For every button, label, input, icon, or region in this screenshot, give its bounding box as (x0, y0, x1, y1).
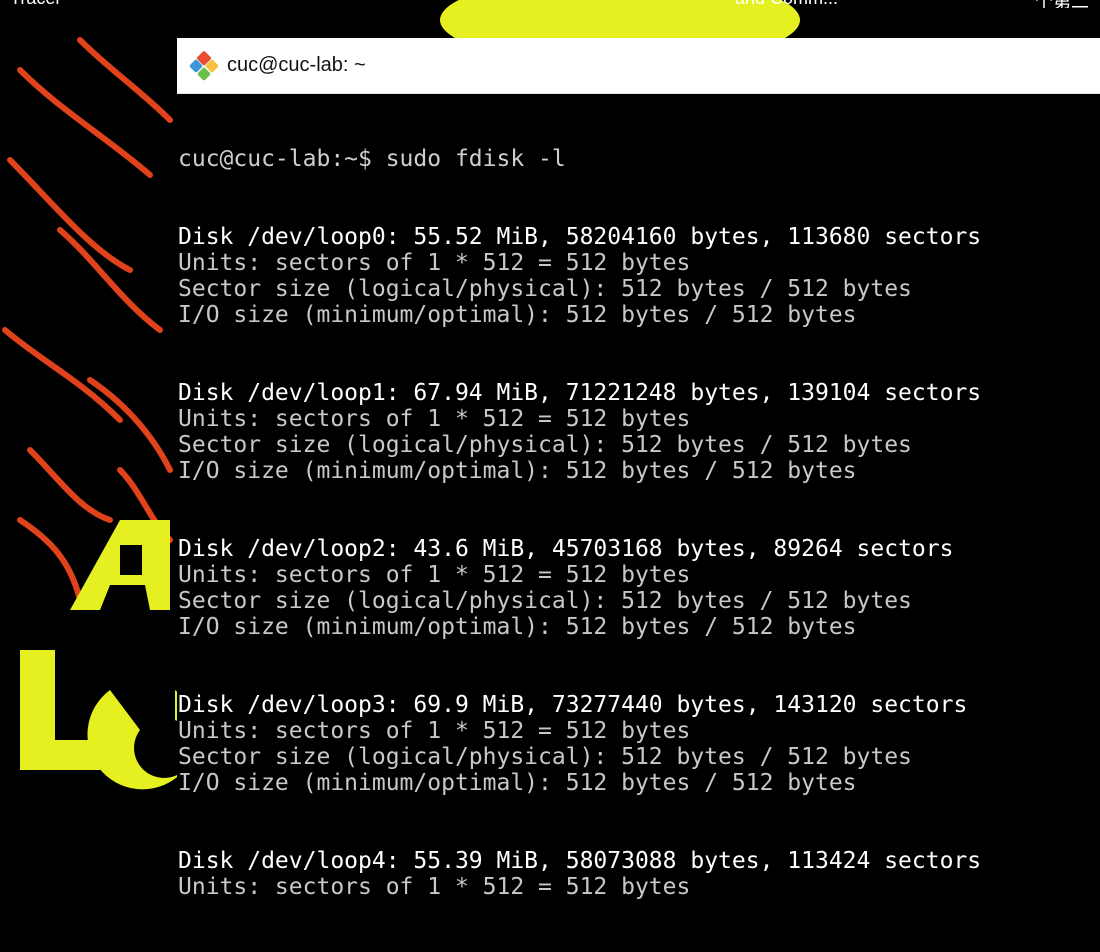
terminal-line: Units: sectors of 1 * 512 = 512 bytes (178, 562, 691, 588)
background-window-title-2[interactable]: and Comm... (735, 0, 838, 8)
terminal-line: Sector size (logical/physical): 512 byte… (178, 588, 912, 614)
disk-summary-line: Disk /dev/loop1: 67.94 MiB, 71221248 byt… (178, 380, 982, 406)
command-prompt-line: cuc@cuc-lab:~$ sudo fdisk -l (178, 146, 566, 172)
disk-summary-line: Disk /dev/loop4: 55.39 MiB, 58073088 byt… (178, 848, 982, 874)
terminal-line: I/O size (minimum/optimal): 512 bytes / … (178, 614, 857, 640)
terminal-line: Sector size (logical/physical): 512 byte… (178, 432, 912, 458)
fdisk-output: Disk /dev/loop0: 55.52 MiB, 58204160 byt… (178, 224, 1100, 900)
terminal-line: Units: sectors of 1 * 512 = 512 bytes (178, 406, 691, 432)
disk-summary-line: Disk /dev/loop3: 69.9 MiB, 73277440 byte… (178, 692, 968, 718)
window-titlebar[interactable]: cuc@cuc-lab: ~ (177, 38, 1100, 94)
disk-summary-line: Disk /dev/loop0: 55.52 MiB, 58204160 byt… (178, 224, 982, 250)
background-window-titles: Tracer and Comm... 个第二 (0, 0, 1100, 8)
terminal-line: I/O size (minimum/optimal): 512 bytes / … (178, 302, 857, 328)
terminal-line: Sector size (logical/physical): 512 byte… (178, 276, 912, 302)
disk-summary-line: Disk /dev/loop2: 43.6 MiB, 45703168 byte… (178, 536, 954, 562)
git-bash-diamond-icon (189, 50, 219, 80)
terminal-line: I/O size (minimum/optimal): 512 bytes / … (178, 770, 857, 796)
terminal-line: Sector size (logical/physical): 512 byte… (178, 744, 912, 770)
background-window-title-1[interactable]: Tracer (10, 0, 61, 8)
terminal-output[interactable]: cuc@cuc-lab:~$ sudo fdisk -l Disk /dev/l… (177, 94, 1100, 952)
terminal-window[interactable]: cuc@cuc-lab: ~ cuc@cuc-lab:~$ sudo fdisk… (177, 38, 1100, 900)
terminal-line: Units: sectors of 1 * 512 = 512 bytes (178, 718, 691, 744)
background-window-title-3[interactable]: 个第二 (1035, 0, 1089, 8)
terminal-line: Units: sectors of 1 * 512 = 512 bytes (178, 250, 691, 276)
terminal-line: I/O size (minimum/optimal): 512 bytes / … (178, 458, 857, 484)
terminal-line: Units: sectors of 1 * 512 = 512 bytes (178, 874, 691, 900)
window-title: cuc@cuc-lab: ~ (227, 54, 366, 76)
